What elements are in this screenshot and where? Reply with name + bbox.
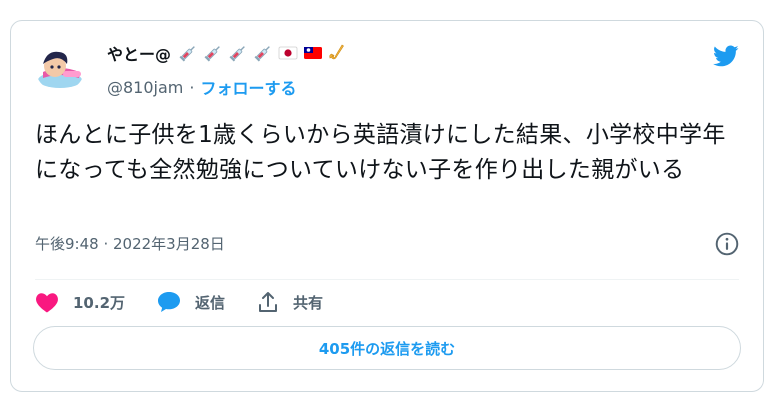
share-label: 共有 (293, 293, 324, 312)
action-bar: 10.2万 返信 共有 (35, 287, 355, 317)
follow-button[interactable]: フォローする (200, 75, 296, 99)
share-button[interactable]: 共有 (257, 291, 323, 313)
divider (35, 279, 739, 280)
reply-label: 返信 (195, 293, 226, 312)
tweet-timestamp[interactable]: 午後9:48 · 2022年3月28日 (35, 233, 225, 254)
reply-bubble-icon (158, 292, 181, 312)
user-handle[interactable]: @810jam (107, 78, 183, 97)
japan-flag-icon (278, 46, 298, 60)
taiwan-flag-icon (304, 47, 323, 59)
share-icon (259, 292, 278, 312)
user-name-row: やとー@ (107, 41, 348, 65)
read-replies-button[interactable]: 405件の返信を読む (33, 326, 741, 370)
saxophone-icon (329, 44, 344, 60)
like-button[interactable]: 10.2万 (35, 291, 125, 313)
display-name[interactable]: やとー@ (107, 41, 171, 65)
read-replies-label: 405件の返信を読む (318, 339, 456, 358)
handle-row: @810jam · フォローする (107, 75, 296, 99)
tweet-text: ほんとに子供を1歳くらいから英語漬けにした結果、小学校中学年になっても全然勉強に… (35, 122, 726, 183)
separator-dot: · (189, 77, 195, 97)
like-count: 10.2万 (73, 293, 126, 312)
twitter-bird-icon[interactable] (711, 43, 741, 69)
syringe-icon (229, 46, 245, 62)
tweet-card: やとー@ @810jam · フォローする ほんとに子供を1歳くらいから英語漬け… (10, 20, 764, 392)
syringe-icon (254, 46, 270, 62)
syringe-icon (204, 46, 220, 62)
info-icon[interactable] (714, 231, 740, 257)
avatar[interactable] (35, 42, 85, 92)
heart-icon (36, 293, 58, 313)
reply-action-button[interactable]: 返信 (157, 291, 225, 313)
syringe-icon (179, 46, 195, 62)
